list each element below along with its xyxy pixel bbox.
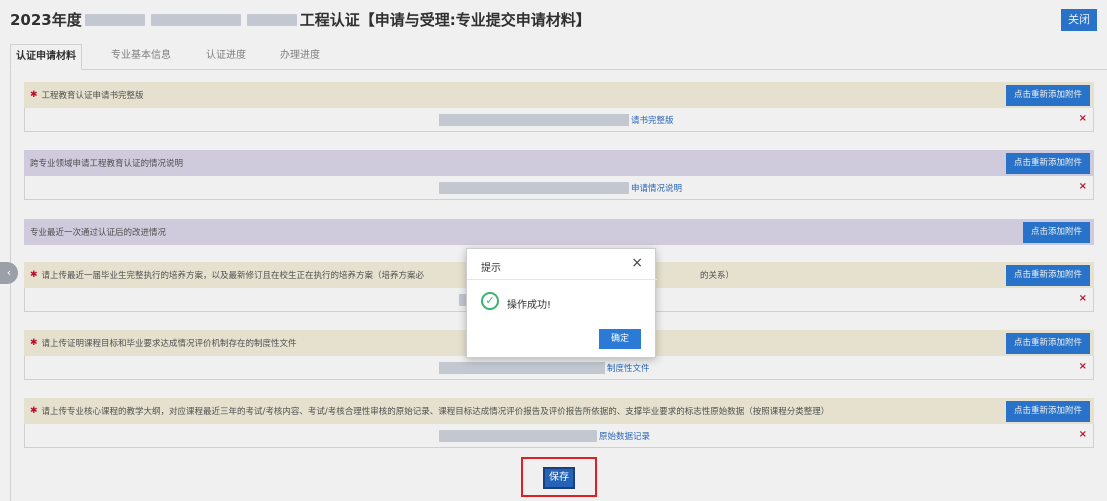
- dialog-title: 提示: [481, 263, 501, 274]
- success-dialog: 提示 × ✓ 操作成功! 确定: [466, 248, 657, 358]
- success-check-icon: ✓: [481, 292, 499, 310]
- dialog-close-icon[interactable]: ×: [631, 255, 643, 271]
- dialog-message: 操作成功!: [507, 300, 552, 311]
- save-button[interactable]: 保存: [543, 467, 575, 489]
- confirm-button[interactable]: 确定: [599, 329, 641, 349]
- dialog-divider: [467, 279, 657, 280]
